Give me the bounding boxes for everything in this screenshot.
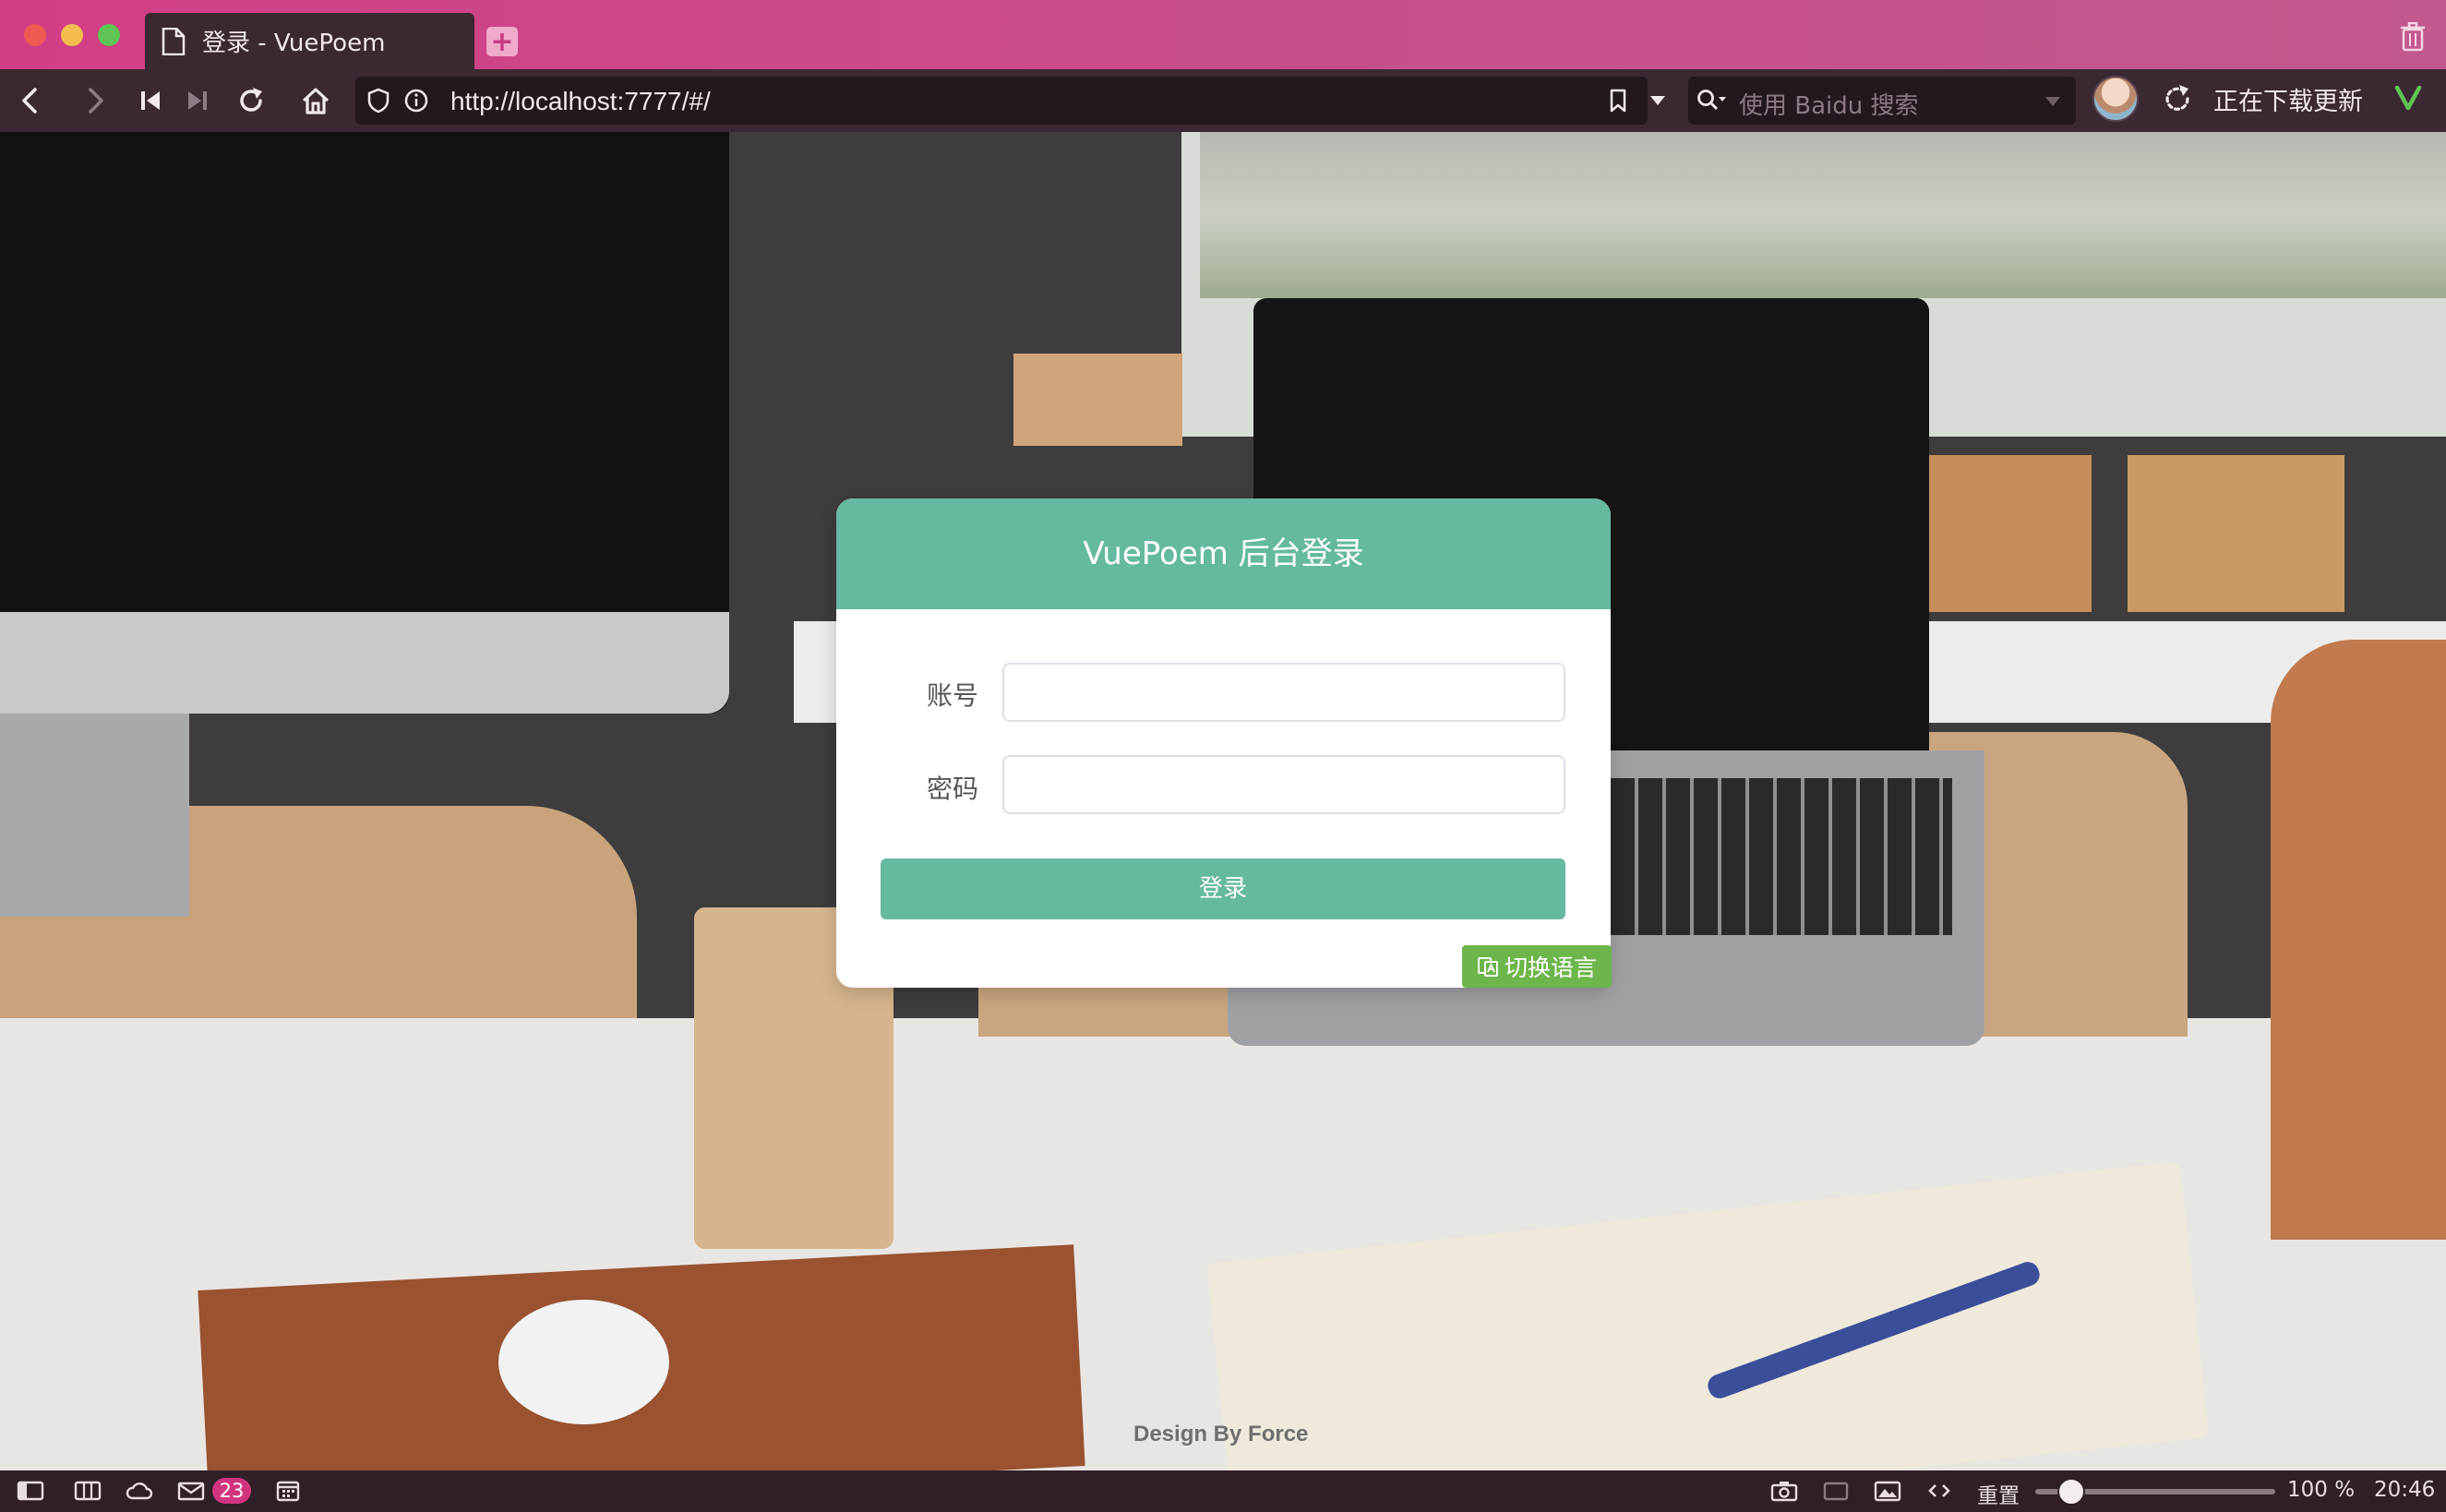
- reload-status-icon[interactable]: [2160, 81, 2195, 116]
- background-plant-pot: [1929, 455, 2092, 612]
- mail-count-badge[interactable]: 23: [212, 1478, 251, 1504]
- background-window-glass: [1200, 132, 2446, 298]
- trash-icon[interactable]: [2400, 22, 2426, 52]
- vivaldi-logo[interactable]: [2392, 81, 2424, 113]
- minimize-window-button[interactable]: [61, 24, 83, 46]
- update-status[interactable]: 正在下载更新: [2213, 81, 2363, 117]
- background-plant-pot: [1013, 354, 1182, 446]
- address-bar[interactable]: http://localhost:7777/#/: [355, 77, 1665, 125]
- last-icon[interactable]: [181, 84, 214, 117]
- image-icon[interactable]: [1874, 1480, 1901, 1502]
- search-icon: [1697, 90, 1726, 111]
- forward-icon[interactable]: [78, 84, 111, 117]
- home-icon[interactable]: [299, 84, 332, 117]
- status-bar: 23 重置 100 % 20:46: [0, 1470, 2446, 1512]
- search-box[interactable]: 使用 Baidu 搜索: [1688, 77, 2076, 125]
- new-tab-button[interactable]: +: [486, 25, 518, 58]
- panel-toggle-icon[interactable]: [17, 1480, 44, 1502]
- reload-icon[interactable]: [234, 84, 268, 117]
- login-title: VuePoem 后台登录: [836, 498, 1611, 609]
- close-window-button[interactable]: [24, 24, 46, 46]
- title-bar: 登录 - VuePoem +: [0, 0, 2446, 69]
- background-imac-chin: [0, 612, 729, 714]
- document-icon: [162, 27, 186, 55]
- reset-zoom-button[interactable]: 重置: [1977, 1478, 2020, 1509]
- search-input[interactable]: 使用 Baidu 搜索: [1739, 87, 1919, 121]
- zoom-window-button[interactable]: [98, 24, 120, 46]
- switch-language-button[interactable]: 切换语言: [1462, 945, 1612, 988]
- password-input[interactable]: [1002, 755, 1565, 814]
- zoom-slider-handle[interactable]: [2057, 1478, 2085, 1506]
- page-tiling-icon[interactable]: [1822, 1480, 1850, 1502]
- search-engine-dropdown-icon[interactable]: [2044, 96, 2061, 107]
- avatar[interactable]: [2092, 76, 2139, 122]
- bookmark-icon[interactable]: [1607, 88, 1629, 114]
- switch-language-label: 切换语言: [1504, 954, 1597, 981]
- active-tab[interactable]: 登录 - VuePoem: [145, 13, 474, 69]
- login-card: VuePoem 后台登录 账号 密码 登录 切换语言: [836, 498, 1612, 988]
- background-speaker: [2271, 640, 2446, 1240]
- translate-icon: [1477, 957, 1498, 977]
- background-plant-pot: [2128, 455, 2344, 612]
- footer-credit: Design By Force: [1133, 1422, 1309, 1446]
- tab-title: 登录 - VuePoem: [202, 30, 386, 57]
- navigation-bar: http://localhost:7777/#/ 使用 Baidu 搜索: [0, 69, 2446, 132]
- sync-icon[interactable]: [126, 1480, 153, 1502]
- login-button[interactable]: 登录: [881, 858, 1565, 919]
- background-keyboard: [1611, 778, 1952, 935]
- plus-icon: +: [490, 25, 514, 58]
- clock: 20:46: [2374, 1478, 2436, 1502]
- account-input[interactable]: [1002, 663, 1565, 722]
- zoom-level: 100 %: [2287, 1478, 2356, 1502]
- background-mouse: [498, 1300, 669, 1424]
- first-icon[interactable]: [134, 84, 167, 117]
- info-icon[interactable]: [403, 88, 429, 114]
- back-icon[interactable]: [15, 84, 48, 117]
- shield-icon[interactable]: [366, 88, 390, 114]
- background-imac-stand: [0, 714, 189, 917]
- tab-tiling-icon[interactable]: [74, 1480, 102, 1502]
- url-text[interactable]: http://localhost:7777/#/: [450, 87, 711, 116]
- code-icon[interactable]: [1925, 1480, 1953, 1502]
- mail-icon[interactable]: [177, 1480, 205, 1502]
- camera-icon[interactable]: [1770, 1480, 1798, 1502]
- dropdown-icon[interactable]: [1649, 95, 1666, 106]
- calendar-icon[interactable]: [274, 1480, 302, 1502]
